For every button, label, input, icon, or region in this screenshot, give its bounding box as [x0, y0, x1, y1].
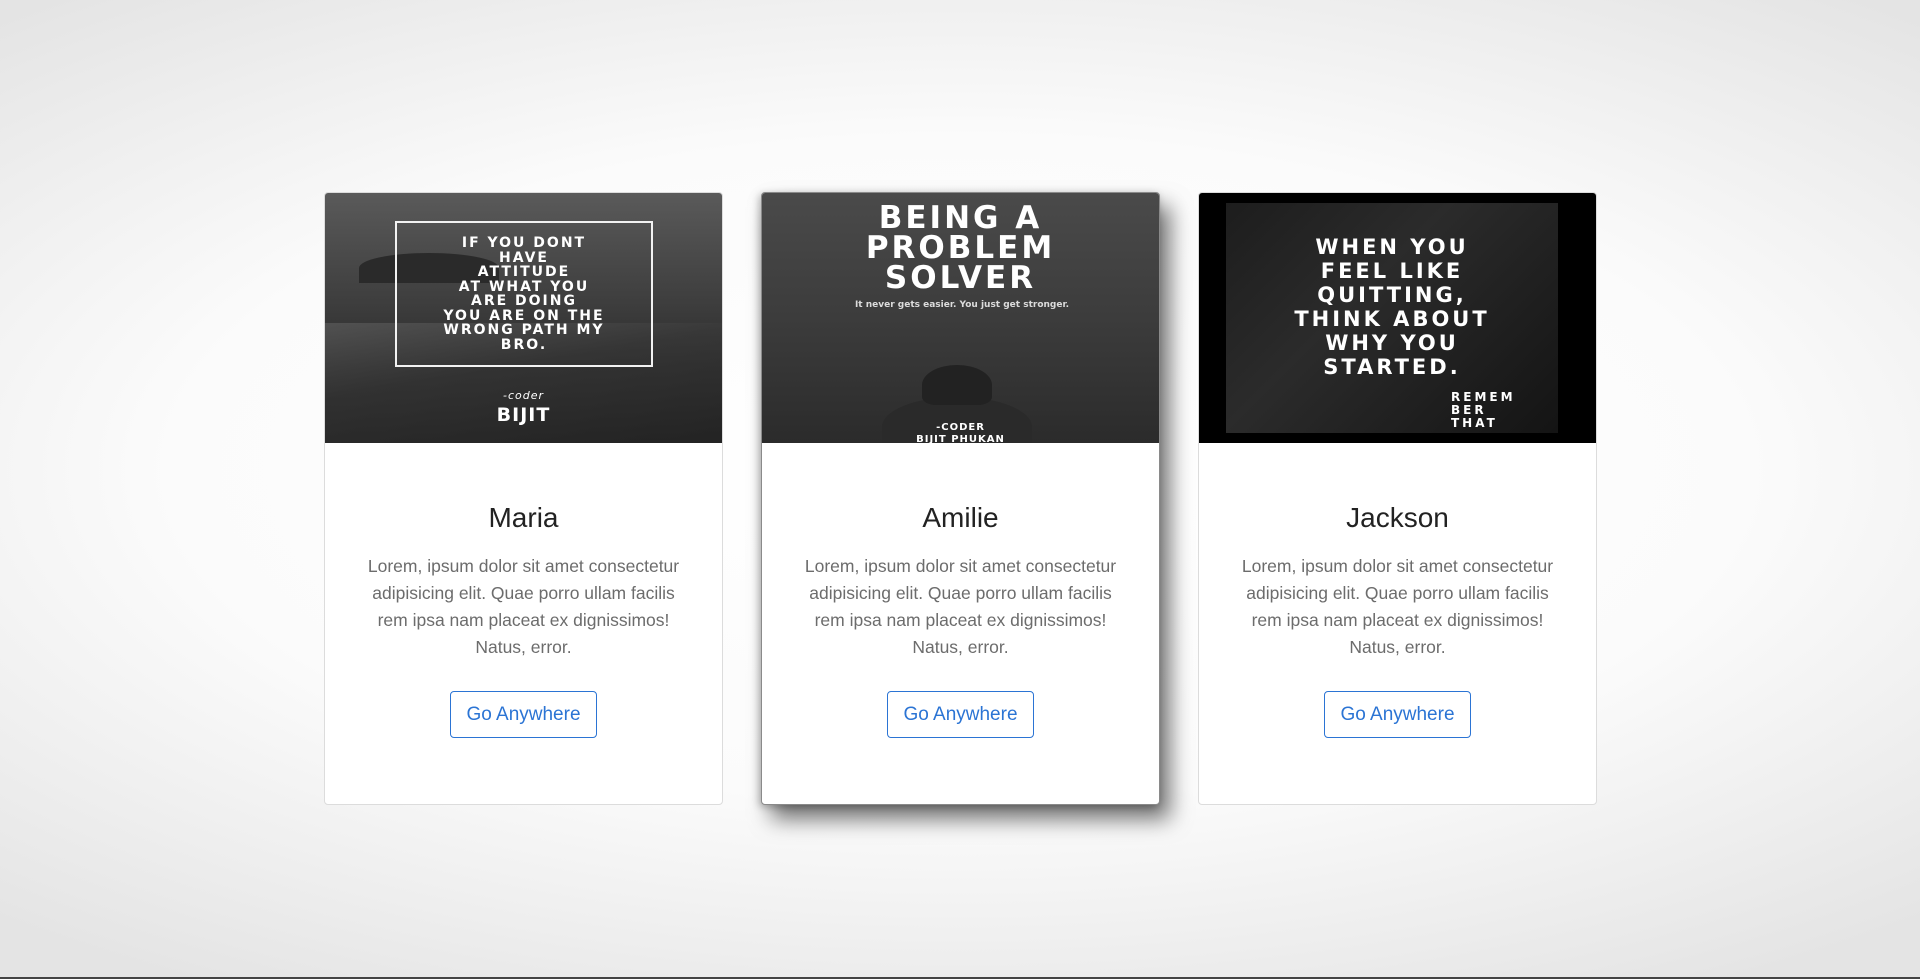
card-title: Amilie	[922, 502, 999, 533]
poster-subtitle: It never gets easier. You just get stron…	[854, 300, 1070, 310]
poster-credit-role: -CODER	[936, 422, 985, 433]
go-anywhere-button[interactable]: Go Anywhere	[887, 691, 1034, 738]
card-maria: IF YOU DONT HAVE ATTITUDE AT WHAT YOU AR…	[324, 192, 723, 805]
card-image: IF YOU DONT HAVE ATTITUDE AT WHAT YOU AR…	[325, 193, 722, 443]
poster-credit-name: BIJIT PHUKAN	[916, 434, 1005, 443]
poster-tag: REMEM BER THAT	[1451, 390, 1516, 430]
card-body: Maria Lorem, ipsum dolor sit amet consec…	[325, 443, 722, 738]
card-body: Amilie Lorem, ipsum dolor sit amet conse…	[762, 443, 1159, 738]
go-anywhere-button[interactable]: Go Anywhere	[1324, 691, 1471, 738]
card-row: IF YOU DONT HAVE ATTITUDE AT WHAT YOU AR…	[324, 192, 1597, 805]
poster-headline: BEING A PROBLEM SOLVER	[865, 200, 1056, 296]
card-body: Jackson Lorem, ipsum dolor sit amet cons…	[1199, 443, 1596, 738]
poster-signature-name: BIJIT	[496, 404, 551, 426]
card-image: BEING A PROBLEM SOLVER It never gets eas…	[762, 193, 1159, 443]
card-title: Jackson	[1346, 502, 1449, 533]
poster-headline: WHEN YOU FEEL LIKE QUITTING, THINK ABOUT…	[1294, 235, 1490, 379]
card-text: Lorem, ipsum dolor sit amet consectetur …	[1241, 556, 1554, 657]
go-anywhere-button[interactable]: Go Anywhere	[450, 691, 597, 738]
card-amilie: BEING A PROBLEM SOLVER It never gets eas…	[761, 192, 1160, 805]
card-text: Lorem, ipsum dolor sit amet consectetur …	[804, 556, 1117, 657]
card-text: Lorem, ipsum dolor sit amet consectetur …	[367, 556, 680, 657]
quote-frame: IF YOU DONT HAVE ATTITUDE AT WHAT YOU AR…	[395, 221, 653, 367]
card-title: Maria	[488, 502, 559, 533]
card-image: WHEN YOU FEEL LIKE QUITTING, THINK ABOUT…	[1199, 193, 1596, 443]
poster-signature-small: -coder	[502, 389, 545, 402]
card-jackson: WHEN YOU FEEL LIKE QUITTING, THINK ABOUT…	[1198, 192, 1597, 805]
